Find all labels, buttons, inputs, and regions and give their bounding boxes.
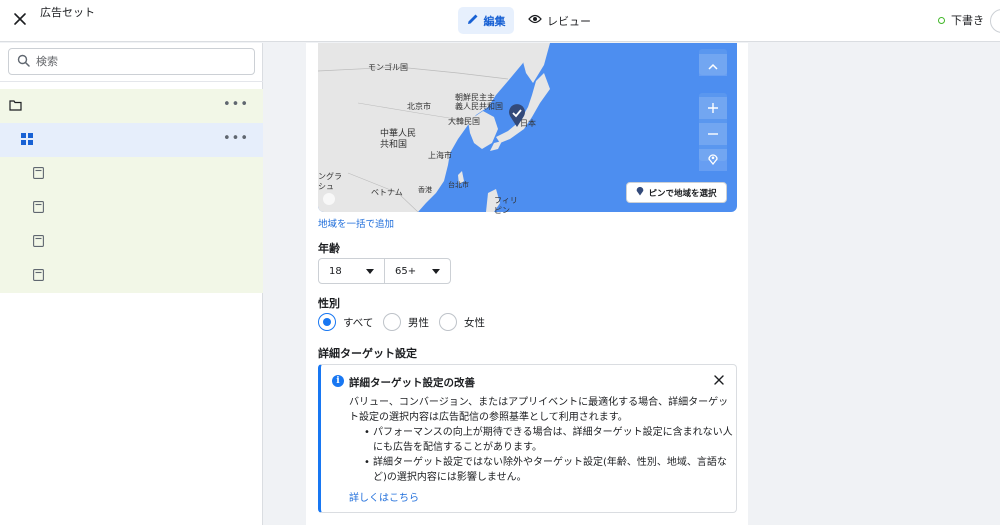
panel-title: 広告セット bbox=[40, 6, 95, 19]
close-icon[interactable] bbox=[12, 11, 28, 27]
info-bullet: 詳細ターゲット設定ではない除外やターゲット設定(年齢、性別、地域、言語など)の選… bbox=[364, 455, 733, 485]
tree-row-ad[interactable] bbox=[0, 225, 263, 259]
map-label-philippines: フィリ ピン bbox=[494, 196, 518, 215]
caret-down-icon bbox=[432, 268, 440, 274]
folder-icon bbox=[9, 99, 22, 114]
bulk-add-locations-link[interactable]: 地域を一括で追加 bbox=[318, 216, 394, 230]
tab-edit[interactable]: 編集 bbox=[458, 7, 514, 34]
map-label-korea: 大韓民国 bbox=[448, 117, 480, 126]
ad-icon bbox=[33, 201, 44, 216]
search-input[interactable] bbox=[36, 55, 236, 68]
campaign-tree: ••• ••• bbox=[0, 89, 263, 293]
ad-icon bbox=[33, 235, 44, 250]
divider bbox=[0, 81, 263, 82]
eye-icon bbox=[528, 14, 542, 27]
age-max-select[interactable]: 65+ bbox=[384, 258, 451, 284]
radio-button[interactable] bbox=[439, 313, 457, 331]
gender-option-all[interactable]: すべて bbox=[318, 313, 373, 331]
tree-row-campaign[interactable]: ••• bbox=[0, 89, 263, 123]
draft-status-label: 下書き bbox=[951, 14, 984, 27]
radio-button[interactable] bbox=[318, 313, 336, 331]
zoom-out-button[interactable] bbox=[699, 123, 727, 145]
locate-button[interactable] bbox=[699, 149, 727, 171]
gender-label: 性別 bbox=[318, 297, 340, 310]
detailed-targeting-info-box: i 詳細ターゲット設定の改善 バリュー、コンバージョン、またはアプリイベントに最… bbox=[318, 364, 737, 513]
map-label-vietnam: ベトナム bbox=[371, 188, 403, 197]
map-label-bangladesh: ングラ シュ bbox=[318, 172, 342, 191]
tab-edit-label: 編集 bbox=[483, 14, 506, 28]
pencil-icon bbox=[467, 13, 479, 28]
info-bullet-list: パフォーマンスの向上が期待できる場合は、詳細ターゲット設定に含まれない人にも広告… bbox=[364, 425, 733, 485]
map-label-mongolia: モンゴル国 bbox=[368, 63, 408, 72]
location-pin-icon bbox=[708, 151, 718, 169]
map-label-taipei: 台北市 bbox=[448, 181, 469, 189]
caret-down-icon bbox=[366, 268, 374, 274]
ad-icon bbox=[33, 269, 44, 284]
learn-more-link[interactable]: 詳しくはこちら bbox=[349, 489, 419, 504]
age-min-select[interactable]: 18 bbox=[318, 258, 385, 284]
info-body-text: バリュー、コンバージョン、またはアプリイベントに最適化する場合、詳細ターゲット設… bbox=[349, 397, 729, 423]
detailed-targeting-label: 詳細ターゲット設定 bbox=[318, 347, 417, 360]
sidebar: ••• ••• bbox=[0, 43, 263, 525]
tree-row-ad[interactable] bbox=[0, 157, 263, 191]
gender-option-female[interactable]: 女性 bbox=[439, 313, 485, 331]
age-label: 年齢 bbox=[318, 242, 340, 255]
age-min-value: 18 bbox=[329, 265, 342, 277]
tree-row-ad[interactable] bbox=[0, 191, 263, 225]
tree-row-ad-set[interactable]: ••• bbox=[0, 123, 263, 157]
chevron-up-icon bbox=[708, 56, 718, 74]
map-label-beijing: 北京市 bbox=[407, 102, 431, 111]
gender-option-male[interactable]: 男性 bbox=[383, 313, 429, 331]
plus-icon bbox=[708, 99, 718, 117]
minus-icon bbox=[708, 125, 718, 143]
zoom-in-button[interactable] bbox=[699, 97, 727, 119]
tree-row-ad[interactable] bbox=[0, 259, 263, 293]
map-pin-icon[interactable] bbox=[508, 104, 526, 131]
status-dot-icon bbox=[938, 16, 945, 24]
avatar[interactable] bbox=[990, 9, 1000, 33]
tab-review-label: レビュー bbox=[547, 14, 591, 28]
close-icon[interactable] bbox=[714, 374, 724, 388]
map-label-china: 中華人民 共和国 bbox=[380, 129, 417, 150]
info-title: 詳細ターゲット設定の改善 bbox=[349, 377, 475, 389]
info-bullet: パフォーマンスの向上が期待できる場合は、詳細ターゲット設定に含まれない人にも広告… bbox=[364, 425, 733, 455]
more-options-icon[interactable]: ••• bbox=[223, 97, 249, 112]
pin-icon bbox=[636, 186, 644, 199]
select-region-by-pin-label: ピンで地域を選択 bbox=[648, 188, 717, 199]
grid-icon bbox=[21, 133, 33, 148]
top-bar: 広告セット 編集 レビュー 下書き bbox=[0, 0, 1000, 42]
more-options-icon[interactable]: ••• bbox=[223, 131, 249, 146]
map-collapse-button[interactable] bbox=[699, 54, 727, 76]
gender-option-label: すべて bbox=[343, 316, 374, 329]
search-icon bbox=[17, 54, 30, 70]
tab-review[interactable]: レビュー bbox=[524, 7, 595, 34]
map-label-dprk: 朝鮮民主主 義人民共和国 bbox=[455, 93, 503, 111]
age-max-value: 65+ bbox=[395, 265, 417, 277]
radio-button[interactable] bbox=[383, 313, 401, 331]
select-region-by-pin-button[interactable]: ピンで地域を選択 bbox=[626, 182, 727, 203]
gender-option-label: 女性 bbox=[464, 316, 485, 329]
info-icon: i bbox=[332, 375, 344, 387]
map-label-shanghai: 上海市 bbox=[428, 151, 452, 160]
draft-status: 下書き bbox=[938, 12, 984, 28]
gender-option-label: 男性 bbox=[408, 316, 429, 329]
search-box bbox=[8, 48, 255, 75]
map-label-hongkong: 香港 bbox=[418, 186, 432, 194]
ad-icon bbox=[33, 167, 44, 182]
